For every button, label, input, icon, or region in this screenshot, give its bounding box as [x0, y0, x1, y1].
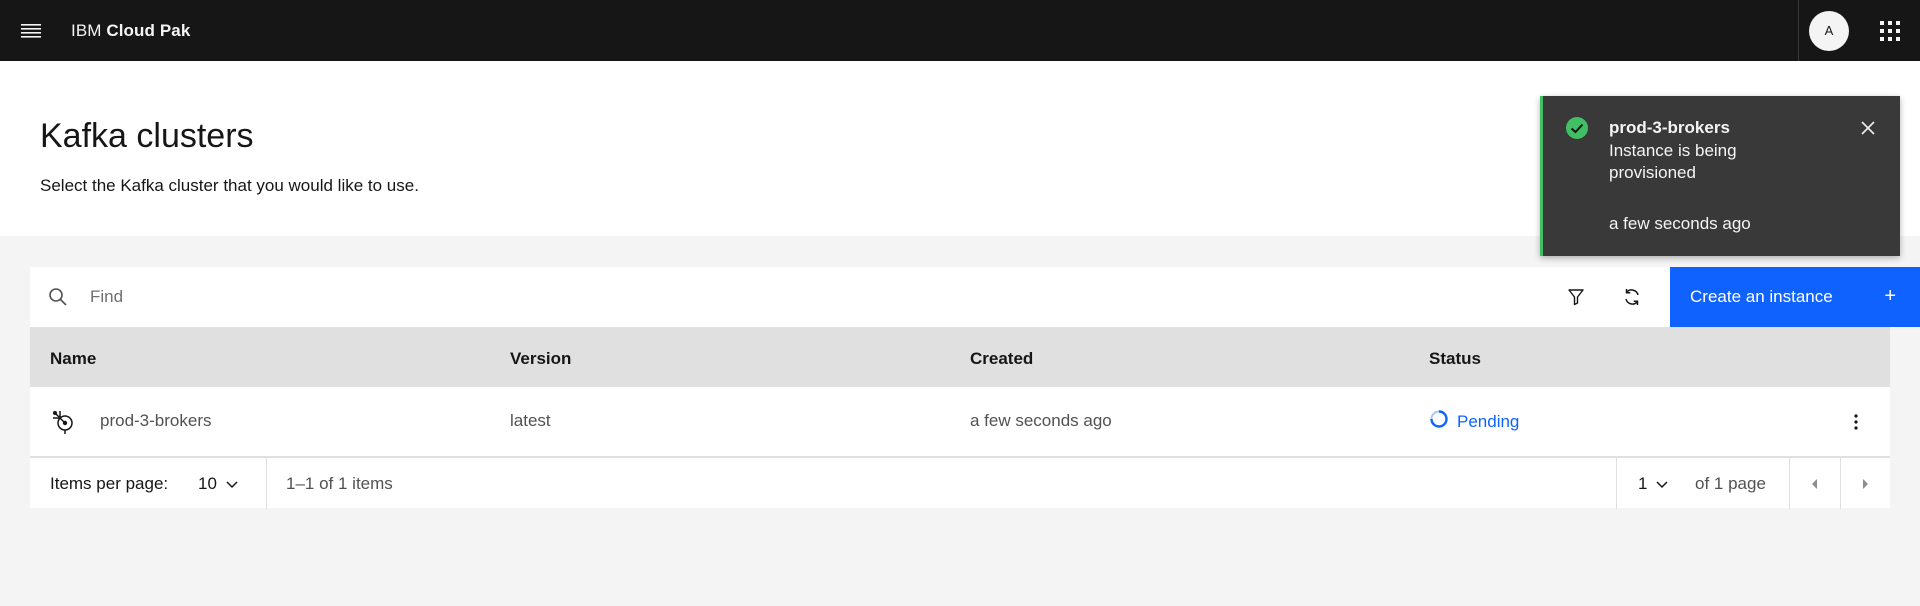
global-header: IBM Cloud Pak A — [0, 0, 1920, 61]
close-icon[interactable] — [1856, 116, 1880, 140]
create-instance-label: Create an instance — [1690, 287, 1833, 306]
loading-spinner-icon — [1429, 409, 1449, 434]
clusters-table: Name Version Created Status prod-3-broke… — [30, 327, 1890, 457]
next-page-button[interactable] — [1840, 458, 1890, 509]
kafka-cluster-icon — [50, 408, 78, 441]
avatar: A — [1809, 10, 1849, 51]
total-pages: of 1 page — [1695, 474, 1766, 493]
search-input[interactable] — [90, 277, 1530, 317]
column-header-version[interactable]: Version — [510, 349, 571, 369]
page-select[interactable]: 1 — [1638, 474, 1669, 494]
status-cell: Pending — [1429, 409, 1519, 434]
table-toolbar: Create an instance + — [30, 267, 1920, 327]
divider — [266, 458, 267, 509]
column-header-status[interactable]: Status — [1429, 349, 1481, 369]
refresh-icon[interactable] — [1604, 267, 1660, 327]
brand-product: Cloud Pak — [106, 20, 191, 40]
page-size-value: 10 — [198, 474, 217, 493]
status-badge[interactable]: Pending — [1457, 412, 1519, 432]
items-range: 1–1 of 1 items — [286, 474, 393, 493]
chevron-down-icon — [1656, 481, 1668, 489]
create-instance-button[interactable]: Create an instance + — [1670, 267, 1920, 327]
brand-name[interactable]: IBM Cloud Pak — [71, 21, 190, 41]
pagination: Items per page: 10 1–1 of 1 items 1 of 1… — [30, 457, 1890, 509]
search-icon — [48, 287, 68, 312]
divider — [1616, 458, 1617, 509]
hamburger-menu-icon[interactable] — [0, 0, 61, 61]
overflow-menu-icon[interactable] — [1846, 408, 1866, 436]
chevron-down-icon — [226, 481, 238, 489]
brand-prefix: IBM — [71, 20, 102, 40]
page-size-select[interactable]: 10 — [198, 474, 239, 494]
toast-subtitle: Instance is being provisioned — [1609, 141, 1737, 182]
caret-left-icon — [1812, 478, 1817, 489]
column-header-name[interactable]: Name — [50, 349, 96, 369]
checkmark-filled-icon — [1565, 116, 1589, 145]
page-title: Kafka clusters — [40, 117, 254, 155]
filter-icon[interactable] — [1548, 267, 1604, 327]
toast-timestamp: a few seconds ago — [1609, 214, 1751, 233]
table-header: Name Version Created Status — [30, 327, 1890, 387]
cell-created: a few seconds ago — [970, 411, 1112, 430]
table-row[interactable]: prod-3-brokers latest a few seconds ago … — [30, 387, 1890, 457]
cell-version: latest — [510, 411, 551, 430]
page-subtitle: Select the Kafka cluster that you would … — [40, 176, 419, 195]
column-header-created[interactable]: Created — [970, 349, 1033, 369]
previous-page-button[interactable] — [1790, 458, 1840, 509]
caret-right-icon — [1863, 478, 1868, 489]
cell-name[interactable]: prod-3-brokers — [100, 411, 212, 431]
current-page-value: 1 — [1638, 474, 1648, 493]
items-per-page-label: Items per page: — [50, 474, 169, 493]
app-switcher-icon[interactable] — [1859, 0, 1920, 61]
toast-title: prod-3-brokers — [1609, 118, 1730, 137]
plus-icon: + — [1884, 285, 1896, 307]
user-avatar-button[interactable]: A — [1798, 0, 1859, 61]
toast-notification: prod-3-brokers Instance is being provisi… — [1540, 96, 1900, 256]
